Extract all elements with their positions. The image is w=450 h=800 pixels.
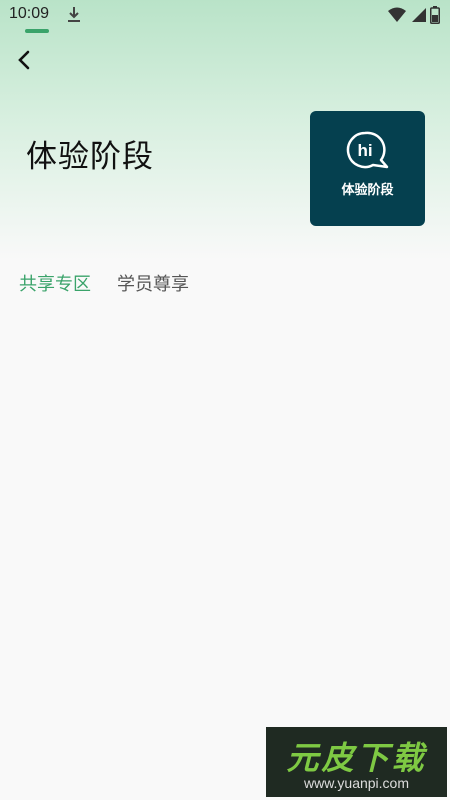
- signal-icon: [412, 8, 426, 22]
- watermark-brand: 元皮下载: [286, 739, 427, 777]
- stage-badge-card: hi 体验阶段: [310, 111, 425, 226]
- badge-label: 体验阶段: [341, 183, 394, 198]
- wifi-icon: [388, 7, 406, 22]
- hi-chat-bubble-icon: hi: [346, 131, 389, 169]
- download-icon: [68, 7, 80, 22]
- watermark-logo: 元皮下载 www.yuanpi.com: [266, 727, 447, 797]
- status-time: 10:09: [9, 5, 50, 22]
- hi-text: hi: [357, 141, 372, 160]
- back-button[interactable]: [10, 46, 38, 74]
- battery-icon: [430, 6, 440, 24]
- tab-bar: 共享专区 学员尊享: [19, 270, 189, 306]
- tab-member-exclusive[interactable]: 学员尊享: [117, 270, 189, 306]
- tab-shared-zone[interactable]: 共享专区: [19, 270, 91, 306]
- page-title: 体验阶段: [26, 139, 154, 175]
- back-arrow-icon: [18, 50, 30, 70]
- active-tab-indicator: [25, 29, 49, 33]
- status-bar: 10:09: [0, 0, 450, 32]
- watermark-url: www.yuanpi.com: [303, 775, 410, 791]
